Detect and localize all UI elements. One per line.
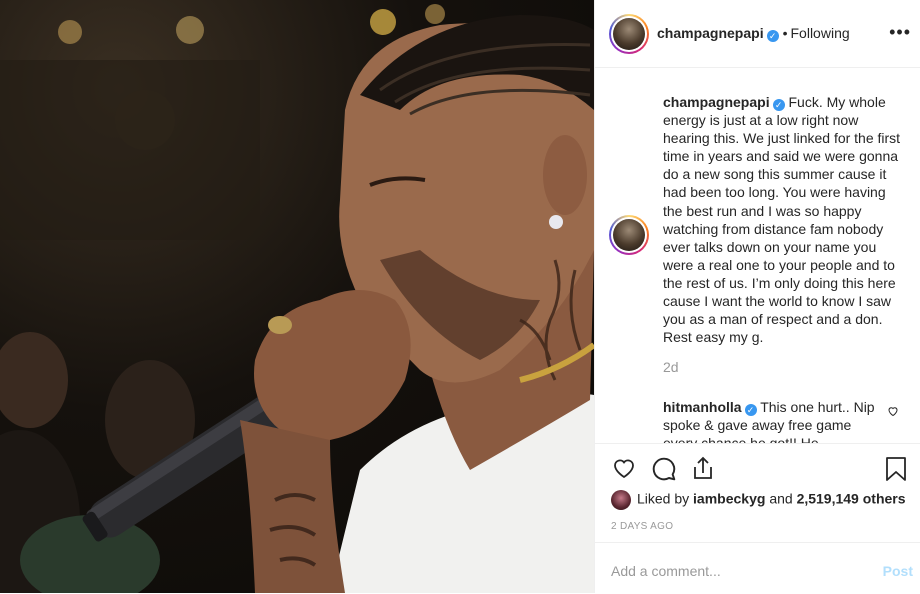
comment-username[interactable]: hitmanholla: [663, 399, 742, 415]
add-comment-input[interactable]: Add a comment...: [611, 563, 721, 579]
comments-list[interactable]: champagnepapi ✓ Fuck. My whole energy is …: [595, 68, 920, 443]
caption: champagnepapi ✓ Fuck. My whole energy is …: [663, 93, 905, 376]
photo-illustration: [0, 4, 594, 593]
liker-username[interactable]: iambeckyg: [693, 491, 765, 507]
comment-item: hitmanholla ✓ This one hurt.. Nip spoke &…: [663, 398, 883, 443]
share-icon[interactable]: [691, 456, 715, 482]
caption-time[interactable]: 2d: [663, 358, 905, 376]
liker-avatar[interactable]: [611, 490, 631, 510]
author-avatar[interactable]: [609, 14, 649, 54]
post-actions: Liked by iambeckyg and 2,519,149 others …: [595, 443, 920, 593]
following-button[interactable]: Following: [791, 25, 850, 41]
likes-prefix: Liked by: [637, 490, 690, 507]
comment-icon[interactable]: [651, 456, 677, 482]
caption-username[interactable]: champagnepapi: [663, 94, 770, 110]
more-options-icon[interactable]: •••: [889, 22, 911, 43]
verified-badge-icon: ✓: [766, 30, 779, 42]
likes-count[interactable]: 2,519,149 others: [797, 491, 906, 507]
caption-avatar[interactable]: [609, 215, 649, 255]
instagram-post: champagnepapi ✓ • Following ••• champagnepa…: [0, 0, 920, 593]
author-username[interactable]: champagnepapi: [657, 25, 764, 41]
add-comment-bar: Add a comment... Post: [595, 542, 920, 594]
post-photo[interactable]: [0, 0, 594, 593]
verified-badge-icon: ✓: [744, 404, 757, 416]
verified-badge-icon: ✓: [772, 99, 785, 111]
likes-connector: and: [769, 490, 793, 507]
post-comment-button[interactable]: Post: [883, 563, 913, 579]
post-date[interactable]: 2 DAYS AGO: [611, 521, 673, 532]
bookmark-icon[interactable]: [885, 456, 907, 482]
author-line: champagnepapi ✓ • Following: [657, 25, 850, 42]
heart-icon[interactable]: [611, 456, 637, 480]
post-side-panel: champagnepapi ✓ • Following ••• champagnepa…: [594, 0, 920, 593]
avatar-image: [613, 18, 645, 50]
separator-dot: •: [782, 25, 788, 41]
caption-text: Fuck. My whole energy is just at a low r…: [663, 94, 901, 346]
comment-like-heart-icon[interactable]: [887, 405, 899, 417]
post-header: champagnepapi ✓ • Following •••: [595, 0, 920, 68]
likes-summary: Liked by iambeckyg and 2,519,149 others: [611, 490, 906, 510]
avatar-image: [613, 219, 645, 251]
